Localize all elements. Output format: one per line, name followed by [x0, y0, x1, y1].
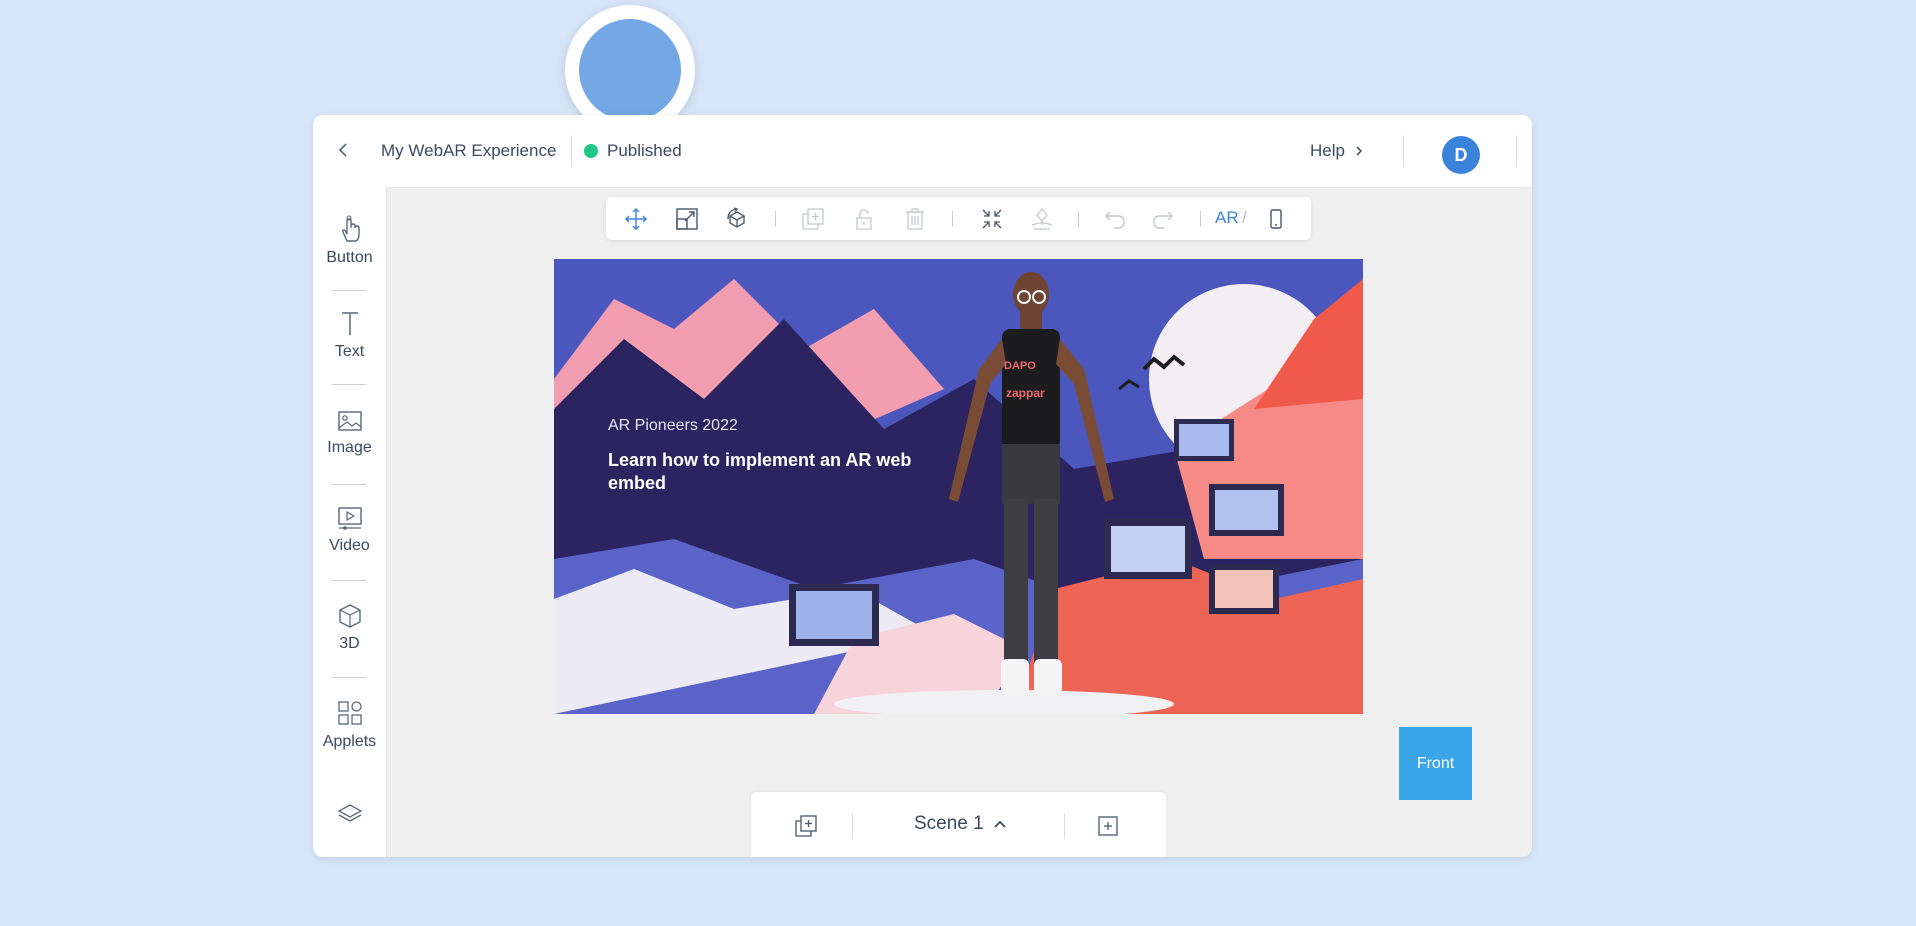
duplicate-scene-icon[interactable]	[794, 814, 818, 838]
status-label: Published	[607, 141, 682, 160]
status-dot-icon	[584, 144, 598, 158]
front-view-button[interactable]: Front	[1399, 727, 1472, 800]
redo-icon[interactable]	[1152, 207, 1176, 231]
scene-bar: Scene 1	[751, 792, 1166, 857]
divider	[332, 290, 366, 291]
lock-icon[interactable]	[852, 207, 876, 231]
sidebar-item-label: Applets	[322, 733, 377, 750]
mode-separator: /	[1242, 208, 1247, 227]
duplicate-icon[interactable]	[801, 207, 825, 231]
user-avatar[interactable]: D	[1442, 136, 1480, 174]
sidebar: Button Text Image Video 3D Applets	[313, 187, 387, 857]
divider	[852, 813, 853, 839]
text-icon	[341, 312, 358, 335]
collapse-icon[interactable]	[980, 207, 1004, 231]
sidebar-item-video[interactable]: Video	[313, 505, 386, 555]
delete-icon[interactable]	[903, 207, 927, 231]
divider	[571, 135, 572, 167]
divider	[1403, 135, 1404, 167]
scene-canvas[interactable]: DAPO zappar AR Pioneers 2022 Learn how t…	[554, 259, 1363, 714]
applets-icon	[337, 701, 362, 725]
canvas-headline[interactable]: Learn how to implement an AR web embed	[608, 449, 928, 495]
sidebar-item-label: 3D	[339, 635, 360, 652]
sidebar-item-label: Video	[329, 537, 370, 554]
scene-selector[interactable]: Scene 1	[914, 813, 1007, 835]
shirt-brand: zappar	[1006, 386, 1045, 400]
back-chevron-icon[interactable]	[335, 142, 351, 158]
divider	[1078, 211, 1079, 227]
sidebar-item-applets[interactable]: Applets	[313, 699, 386, 751]
divider	[952, 211, 953, 227]
project-title[interactable]: My WebAR Experience	[381, 141, 556, 161]
ar-mode-toggle[interactable]: AR	[1215, 208, 1239, 228]
sidebar-item-image[interactable]: Image	[313, 409, 386, 457]
sidebar-item-label: Text	[334, 343, 365, 360]
image-icon	[337, 411, 362, 431]
divider	[332, 580, 366, 581]
rotate-icon[interactable]	[725, 207, 749, 231]
publish-status: Published	[584, 141, 682, 161]
shirt-text: DAPO	[1004, 360, 1036, 372]
move-icon[interactable]	[624, 207, 648, 231]
video-icon	[337, 507, 362, 530]
phone-icon[interactable]	[1264, 207, 1288, 231]
top-bar: My WebAR Experience Published Help D	[313, 115, 1532, 188]
sidebar-item-button[interactable]: Button	[313, 215, 386, 267]
divider	[332, 384, 366, 385]
divider	[775, 211, 776, 227]
layers-button[interactable]	[313, 802, 386, 826]
divider	[1516, 135, 1517, 167]
divider	[1200, 211, 1201, 227]
sidebar-item-label: Button	[326, 249, 373, 266]
divider	[332, 677, 366, 678]
sidebar-item-label: Image	[327, 439, 372, 456]
editor-window: My WebAR Experience Published Help D But…	[313, 115, 1532, 857]
sidebar-item-text[interactable]: Text	[313, 309, 386, 361]
divider	[1064, 813, 1065, 839]
transform-toolbar: AR /	[606, 197, 1311, 240]
sidebar-item-3d[interactable]: 3D	[313, 603, 386, 653]
anchor-icon[interactable]	[1030, 207, 1054, 231]
chevron-right-icon	[1356, 146, 1363, 156]
scene-name-label: Scene 1	[914, 813, 984, 834]
undo-icon[interactable]	[1102, 207, 1126, 231]
hand-pointer-icon	[341, 215, 360, 242]
add-scene-icon[interactable]	[1096, 814, 1120, 838]
canvas-subtitle[interactable]: AR Pioneers 2022	[608, 417, 738, 435]
layers-icon	[337, 804, 362, 822]
divider	[332, 484, 366, 485]
chevron-up-icon	[994, 820, 1006, 828]
help-label: Help	[1310, 141, 1345, 160]
cube-icon	[338, 604, 361, 628]
scale-icon[interactable]	[675, 207, 699, 231]
help-button[interactable]: Help	[1310, 141, 1363, 161]
